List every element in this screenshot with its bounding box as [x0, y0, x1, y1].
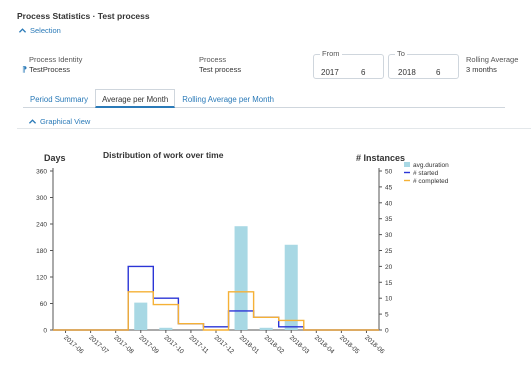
x-tick-label: 2017-08	[112, 334, 135, 355]
left-tick-label: 0	[43, 328, 47, 335]
right-tick-label: 0	[385, 328, 389, 335]
tab-rolling-average-per-month[interactable]: Rolling Average per Month	[175, 89, 281, 108]
x-tick-label: 2018-03	[288, 334, 311, 355]
right-tick-label: 10	[385, 296, 393, 303]
x-tick-label: 2017-06	[62, 334, 85, 355]
left-tick-label: 360	[36, 169, 47, 176]
duration-bar	[134, 302, 148, 330]
right-tick-label: 25	[385, 248, 393, 255]
right-tick-label: 15	[385, 280, 393, 287]
selection-toggle[interactable]: Selection	[19, 26, 61, 35]
to-month-field[interactable]: 6	[436, 68, 440, 77]
started-step-line	[53, 265, 379, 331]
graphical-view-toggle[interactable]: Graphical View	[29, 117, 90, 126]
left-tick-label: 240	[36, 222, 47, 229]
from-year-field[interactable]: 2017	[321, 68, 339, 77]
from-label: From	[320, 49, 342, 58]
completed-step-line	[53, 291, 379, 331]
chart-legend: avg.duration# started# completed	[404, 162, 449, 185]
right-tick-label: 5	[385, 312, 389, 319]
panel-divider	[17, 128, 531, 129]
right-tick-label: 40	[385, 200, 393, 207]
legend-label: # completed	[413, 178, 449, 185]
process-identity-label: Process Identity	[29, 55, 83, 64]
x-tick-label: 2017-07	[87, 334, 110, 355]
page-title: Process Statistics · Test process	[17, 11, 150, 21]
tab-bar: Period Summary Average per Month Rolling…	[23, 89, 505, 108]
x-tick-label: 2018-02	[263, 334, 286, 355]
right-tick-label: 35	[385, 216, 393, 223]
x-tick-label: 2018-04	[313, 334, 336, 355]
left-tick-label: 300	[36, 195, 47, 202]
graphical-view-label: Graphical View	[40, 117, 91, 126]
process-value: Test process	[199, 65, 242, 74]
from-month-field[interactable]: 6	[361, 68, 365, 77]
flag-icon: ⁋	[22, 65, 28, 74]
right-tick-label: 45	[385, 184, 393, 191]
from-fieldset: From 2017 6	[313, 49, 384, 79]
duration-bar	[259, 327, 273, 330]
process-identity-value-row: ⁋ TestProcess	[22, 65, 70, 74]
process-identity-value: TestProcess	[29, 65, 70, 74]
left-tick-label: 120	[36, 275, 47, 282]
duration-bar	[284, 244, 298, 330]
rolling-average-value: 3 months	[466, 65, 497, 74]
work-distribution-chart: Days Distribution of work over time # In…	[36, 150, 449, 356]
process-label: Process	[199, 55, 227, 64]
chevron-up-icon	[19, 28, 26, 33]
duration-bar	[159, 327, 173, 330]
x-tick-label: 2018-01	[238, 334, 261, 355]
tab-average-per-month[interactable]: Average per Month	[95, 89, 176, 108]
rolling-average-label: Rolling Average	[466, 55, 519, 64]
x-tick-label: 2017-11	[188, 334, 210, 355]
x-tick-label: 2018-05	[338, 334, 361, 355]
duration-bar	[234, 226, 248, 330]
right-axis-title: # Instances	[356, 153, 405, 163]
tab-period-summary[interactable]: Period Summary	[23, 89, 95, 108]
legend-label: # started	[413, 170, 439, 177]
right-tick-label: 50	[385, 169, 393, 176]
selection-toggle-label: Selection	[30, 26, 61, 35]
x-tick-label: 2017-09	[137, 334, 160, 355]
right-tick-label: 20	[385, 264, 393, 271]
left-tick-label: 60	[40, 301, 48, 308]
to-year-field[interactable]: 2018	[398, 68, 416, 77]
chart-title: Distribution of work over time	[103, 150, 224, 160]
to-label: To	[395, 49, 407, 58]
plot-area: 0 60 120 180 240 300 360 0 5 10 15 20 25 30 35 40 45 50 20…	[36, 168, 393, 356]
right-tick-label: 30	[385, 232, 393, 239]
x-tick-label: 2017-12	[213, 334, 236, 355]
legend-label: avg.duration	[413, 162, 449, 169]
x-tick-label: 2017-10	[163, 334, 186, 355]
chevron-up-icon	[29, 119, 36, 124]
to-fieldset: To 2018 6	[388, 49, 459, 79]
left-tick-label: 180	[36, 248, 47, 255]
legend-swatch	[404, 162, 410, 167]
left-axis-title: Days	[44, 153, 66, 163]
x-tick-label: 2018-06	[363, 334, 386, 355]
